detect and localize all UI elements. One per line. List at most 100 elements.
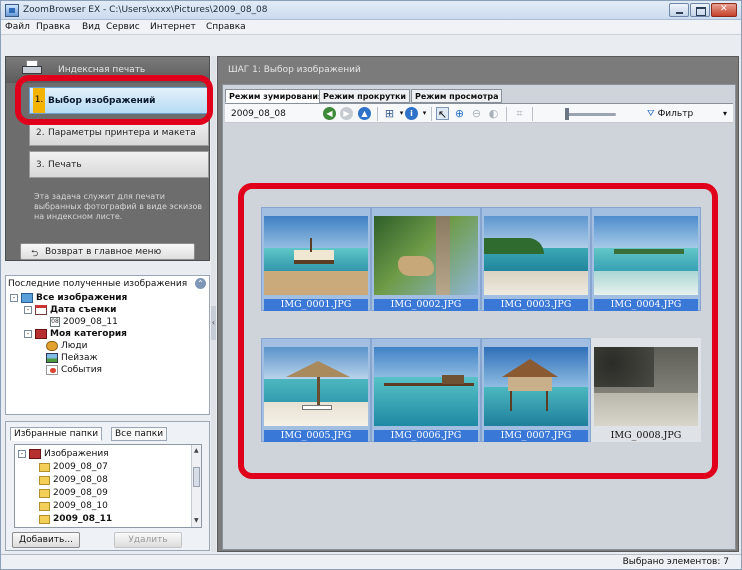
tree-item-events[interactable]: События bbox=[46, 365, 102, 375]
menu-bar: Файл Правка Вид Сервис Интернет Справка bbox=[1, 20, 741, 35]
maximize-button[interactable] bbox=[690, 3, 710, 17]
zoom-in-icon[interactable]: ⊕ bbox=[453, 107, 466, 120]
rotate-icon[interactable]: ◐ bbox=[487, 107, 500, 120]
fit-to-window-icon[interactable]: ⌗ bbox=[513, 107, 526, 120]
step-number: 2. bbox=[36, 128, 45, 138]
tree-item-all-images[interactable]: - Все изображения bbox=[10, 293, 127, 303]
pointer-tool-icon[interactable]: ↖ bbox=[436, 107, 449, 121]
tab-scroll-mode[interactable]: Режим прокрутки bbox=[319, 89, 410, 103]
info-icon[interactable]: i bbox=[405, 107, 418, 120]
back-to-main-menu-button[interactable]: ⮌ Возврат в главное меню bbox=[20, 243, 195, 260]
forward-icon[interactable]: ▶ bbox=[340, 107, 353, 120]
tab-all-folders[interactable]: Все папки bbox=[111, 427, 168, 441]
zoom-slider[interactable] bbox=[566, 113, 616, 116]
window-title: ZoomBrowser EX - C:\Users\xxxx\Pictures\… bbox=[23, 5, 268, 15]
tree-expander-icon[interactable]: - bbox=[10, 294, 18, 302]
back-icon[interactable]: ◀ bbox=[323, 107, 336, 120]
photo-thumbnail bbox=[594, 216, 698, 295]
people-icon bbox=[46, 341, 58, 351]
folder-item[interactable]: 2009_08_08 bbox=[39, 475, 108, 485]
thumbnail-filename: IMG_0006.JPG bbox=[374, 430, 478, 442]
step-print[interactable]: 3. Печать bbox=[29, 151, 209, 178]
menu-internet[interactable]: Интернет bbox=[150, 22, 196, 32]
app-window: ZoomBrowser EX - C:\Users\xxxx\Pictures\… bbox=[0, 0, 742, 570]
photo-thumbnail bbox=[594, 347, 698, 426]
menu-file[interactable]: Файл bbox=[5, 22, 30, 32]
tab-preview-mode[interactable]: Режим просмотра bbox=[411, 89, 503, 103]
filter-icon: ⛛ bbox=[647, 109, 655, 119]
scroll-down-icon[interactable]: ▼ bbox=[194, 517, 199, 524]
tab-zoom-mode[interactable]: Режим зумирования bbox=[225, 89, 328, 103]
chevron-down-icon[interactable]: ▾ bbox=[418, 107, 431, 120]
zoom-slider-thumb[interactable] bbox=[565, 108, 569, 120]
collapse-left-icon[interactable]: ‹ bbox=[211, 306, 216, 340]
tree-item-people[interactable]: Люди bbox=[46, 341, 87, 351]
menu-view[interactable]: Вид bbox=[82, 22, 100, 32]
scroll-up-icon[interactable]: ▲ bbox=[194, 447, 199, 454]
panel-splitter[interactable] bbox=[211, 56, 216, 552]
thumbnail-filename: IMG_0008.JPG bbox=[610, 430, 682, 441]
landscape-icon bbox=[46, 353, 58, 363]
minimize-button[interactable] bbox=[669, 3, 689, 17]
step-select-images[interactable]: 1. Выбор изображений bbox=[29, 87, 209, 114]
thumbnail-filename: IMG_0005.JPG bbox=[264, 430, 368, 442]
status-bar: Выбрано элементов: 7 bbox=[1, 554, 741, 569]
tree-item-my-category[interactable]: - Моя категория bbox=[24, 329, 127, 339]
menu-tools[interactable]: Сервис bbox=[106, 22, 140, 32]
zoom-out-icon[interactable]: ⊖ bbox=[470, 107, 483, 120]
remove-folder-button[interactable]: Удалить bbox=[114, 532, 182, 548]
collapse-up-icon[interactable]: ⌃ bbox=[195, 278, 206, 289]
chevron-down-icon[interactable]: ▾ bbox=[723, 109, 727, 118]
images-icon bbox=[21, 293, 33, 303]
printer-icon bbox=[22, 60, 42, 76]
photo-thumbnail bbox=[264, 216, 368, 295]
close-button[interactable] bbox=[711, 3, 737, 17]
recent-images-panel: Последние полученные изображения ⌃ - Все… bbox=[5, 275, 210, 415]
selection-count: Выбрано элементов: 7 bbox=[622, 557, 729, 567]
photo-thumbnail bbox=[264, 347, 368, 426]
up-folder-icon[interactable]: ▲ bbox=[358, 107, 371, 120]
folder-item-current[interactable]: 2009_08_11 bbox=[39, 514, 112, 524]
folder-icon bbox=[39, 462, 50, 472]
menu-help[interactable]: Справка bbox=[206, 22, 246, 32]
tree-expander-icon[interactable]: - bbox=[24, 330, 32, 338]
task-title: Индексная печать bbox=[58, 65, 146, 75]
folder-date-label: 2009_08_08 bbox=[231, 109, 286, 119]
add-folder-button[interactable]: Добавить... bbox=[12, 532, 80, 548]
thumbnail-filename: IMG_0004.JPG bbox=[594, 299, 698, 311]
step-heading: ШАГ 1: Выбор изображений bbox=[228, 65, 361, 75]
title-bar[interactable]: ZoomBrowser EX - C:\Users\xxxx\Pictures\… bbox=[1, 1, 741, 20]
thumbnail-filename: IMG_0002.JPG bbox=[374, 299, 478, 311]
return-arrow-icon: ⮌ bbox=[31, 249, 39, 259]
image-browser-panel: ШАГ 1: Выбор изображений Режим зумирован… bbox=[217, 56, 739, 552]
tab-favorite-folders[interactable]: Избранные папки bbox=[10, 427, 103, 441]
folder-item[interactable]: 2009_08_10 bbox=[39, 501, 108, 511]
tree-item-date-2009-08-11[interactable]: 08 2009_08_11 bbox=[50, 317, 118, 327]
folder-item[interactable]: 2009_08_09 bbox=[39, 488, 108, 498]
favorites-icon bbox=[29, 449, 41, 459]
step-label: Параметры принтера и макета bbox=[48, 128, 196, 138]
tree-expander-icon[interactable]: - bbox=[24, 306, 32, 314]
folder-item-images[interactable]: - Изображения bbox=[18, 449, 109, 459]
step-number: 3. bbox=[36, 160, 45, 170]
calendar-icon bbox=[35, 305, 47, 315]
tree-expander-icon[interactable]: - bbox=[18, 450, 26, 458]
menu-edit[interactable]: Правка bbox=[36, 22, 70, 32]
step-label: Печать bbox=[48, 160, 82, 170]
task-panel: Индексная печать 1. Выбор изображений 2.… bbox=[5, 56, 210, 261]
photo-thumbnail bbox=[484, 347, 588, 426]
tree-item-landscape[interactable]: Пейзаж bbox=[46, 353, 98, 363]
task-panel-header: Индексная печать bbox=[6, 57, 209, 83]
task-description: Эта задача служит для печати выбранных ф… bbox=[34, 192, 203, 221]
tree-item-shooting-date[interactable]: - Дата съемки bbox=[24, 305, 117, 315]
step-printer-layout[interactable]: 2. Параметры принтера и макета bbox=[29, 119, 209, 146]
folders-scrollbar[interactable]: ▲ ▼ bbox=[191, 445, 201, 527]
scrollbar-thumb[interactable] bbox=[193, 467, 200, 487]
back-button-label: Возврат в главное меню bbox=[45, 247, 162, 257]
filter-button[interactable]: ⛛ Фильтр bbox=[647, 109, 693, 119]
app-icon bbox=[5, 4, 19, 17]
thumbnail-filename: IMG_0007.JPG bbox=[484, 430, 588, 442]
folder-item[interactable]: 2009_08_07 bbox=[39, 462, 108, 472]
browser-toolbar: 2009_08_08 ◀ ▶ ▲ ⊞ ▾ i ▾ ↖ ⊕ ⊖ ◐ ⌗ ⛛ Фил… bbox=[225, 103, 733, 123]
thumbnail-filename: IMG_0001.JPG bbox=[264, 299, 368, 311]
